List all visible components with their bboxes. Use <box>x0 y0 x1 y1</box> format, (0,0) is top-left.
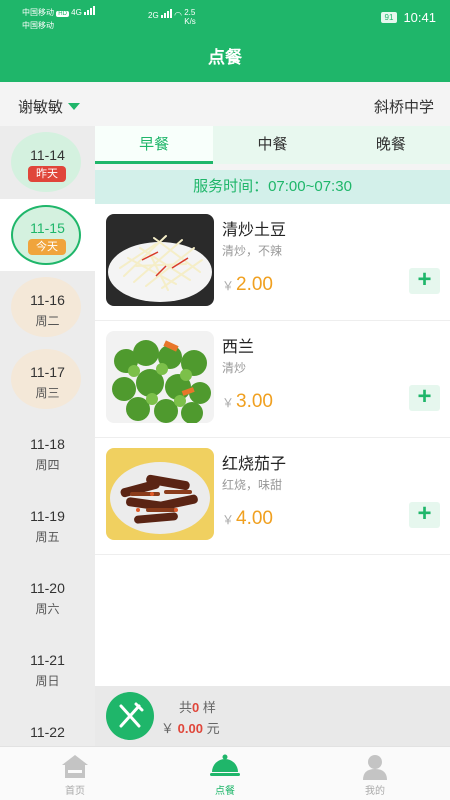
price-value: 4.00 <box>236 508 273 529</box>
speed-value: 2.5 <box>184 8 196 17</box>
top-bar: 谢敏敏 斜桥中学 <box>0 82 450 126</box>
dish-name: 红烧茄子 <box>222 456 287 473</box>
net-type-2: 2G <box>148 11 159 20</box>
day-date: 11-17 <box>30 364 65 380</box>
day-date: 11-19 <box>30 508 65 524</box>
day-badge: 今天 <box>28 239 66 255</box>
day-date: 11-22 <box>30 724 65 740</box>
add-button[interactable]: + <box>409 385 440 411</box>
day-item-11-16[interactable]: 11-16 周二 <box>0 271 95 343</box>
dish-price: ￥ 4.00 <box>222 508 273 530</box>
price-value: 2.00 <box>236 274 273 295</box>
dish-list: 清炒土豆 清炒，不辣 ￥ 2.00 + 西兰 清炒 ￥ 3.00 + 红烧茄子 … <box>95 204 450 686</box>
day-week: 周五 <box>35 530 60 544</box>
broccoli-image <box>106 331 214 423</box>
day-item-11-20[interactable]: 11-20 周六 <box>0 559 95 631</box>
meal-tabs: 早餐 中餐 晚餐 <box>95 126 450 164</box>
bottom-nav: 首页 点餐 我的 <box>0 746 450 800</box>
fork-knife-icon <box>119 702 144 728</box>
day-item-11-15[interactable]: 11-15 今天 <box>0 199 95 271</box>
clock: 10:41 <box>403 10 436 25</box>
dish-desc: 清炒，不辣 <box>222 244 283 258</box>
day-item-11-17[interactable]: 11-17 周三 <box>0 343 95 415</box>
dish-price: ￥ 2.00 <box>222 274 273 296</box>
hd-badge: HD <box>56 11 69 17</box>
total-suffix: 元 <box>206 721 220 736</box>
currency-symbol: ￥ <box>222 396 235 410</box>
currency-symbol: ￥ <box>222 513 235 527</box>
day-date: 11-21 <box>30 652 65 668</box>
tab-dinner[interactable]: 晚餐 <box>332 126 450 164</box>
tab-breakfast[interactable]: 早餐 <box>95 126 214 164</box>
nav-home[interactable]: 首页 <box>0 747 150 800</box>
user-name: 谢敏敏 <box>18 99 64 116</box>
network-speed: 2G ◠ 2.5 K/s <box>148 8 196 26</box>
day-date: 11-18 <box>30 436 65 452</box>
status-bar: 中国移动 HD 4G 中国移动 2G ◠ 2.5 K/s 91 10:41 <box>0 0 450 34</box>
day-week: 周三 <box>35 386 60 400</box>
day-week: 周日 <box>35 674 60 688</box>
tab-lunch[interactable]: 中餐 <box>213 126 331 164</box>
day-item-11-19[interactable]: 11-19 周五 <box>0 487 95 559</box>
day-week: 周六 <box>35 602 60 616</box>
dish-item: 西兰 清炒 ￥ 3.00 + <box>95 321 450 438</box>
cart-button[interactable] <box>106 692 154 740</box>
add-button[interactable]: + <box>409 502 440 528</box>
battery-icon: 91 <box>380 12 398 23</box>
total-value: 0.00 <box>177 721 203 736</box>
day-week: 周二 <box>35 314 60 328</box>
day-week: 周四 <box>35 458 60 472</box>
carrier-info: 中国移动 HD 4G 中国移动 <box>22 5 96 31</box>
page-title: 点餐 <box>0 34 450 82</box>
price-value: 3.00 <box>236 391 273 412</box>
school-name: 斜桥中学 <box>373 99 434 116</box>
user-selector[interactable]: 谢敏敏 <box>18 96 81 117</box>
dish-desc: 红烧，味甜 <box>222 478 283 492</box>
cart-bar: 共0 样 ￥ 0.00 元 <box>95 686 450 746</box>
carrier-2: 中国移动 <box>22 21 54 30</box>
potato-shreds-image <box>106 214 214 306</box>
wifi-icon: ◠ <box>174 10 182 20</box>
net-type: 4G <box>71 8 82 17</box>
day-date: 11-15 <box>30 220 65 236</box>
dish-price: ￥ 3.00 <box>222 391 273 413</box>
nav-profile[interactable]: 我的 <box>300 747 450 800</box>
day-item-11-18[interactable]: 11-18 周四 <box>0 415 95 487</box>
nav-label: 点餐 <box>215 786 235 797</box>
count-prefix: 共 <box>179 700 193 715</box>
braised-eggplant-image <box>106 448 214 540</box>
add-button[interactable]: + <box>409 268 440 294</box>
speed-unit: K/s <box>184 17 196 26</box>
currency-symbol: ￥ <box>222 279 235 293</box>
home-icon <box>62 755 88 778</box>
count-suffix: 样 <box>202 700 216 715</box>
dish-item: 红烧茄子 红烧，味甜 ￥ 4.00 + <box>95 438 450 555</box>
total-currency: ￥ <box>161 721 175 736</box>
dish-name: 清炒土豆 <box>222 222 287 239</box>
service-time: 服务时间：07:00~07:30 <box>95 170 450 204</box>
day-date: 11-20 <box>30 580 65 596</box>
nav-label: 我的 <box>365 786 385 797</box>
day-badge: 昨天 <box>28 166 66 182</box>
day-date: 11-16 <box>30 292 65 308</box>
day-item-11-22[interactable]: 11-22 周 <box>0 703 95 746</box>
signal-icon-2 <box>160 8 172 18</box>
person-icon <box>363 755 387 780</box>
count-value: 0 <box>192 700 200 715</box>
carrier-1: 中国移动 <box>22 8 54 17</box>
dish-name: 西兰 <box>222 339 255 356</box>
nav-order[interactable]: 点餐 <box>150 747 300 800</box>
day-item-11-21[interactable]: 11-21 周日 <box>0 631 95 703</box>
date-sidebar: 11-14 昨天 11-15 今天 11-16 周二 11-17 周三 11-1… <box>0 126 95 746</box>
caret-down-icon <box>68 103 81 110</box>
cart-total: ￥ 0.00 元 <box>161 718 220 737</box>
nav-label: 首页 <box>65 786 85 797</box>
day-item-11-14[interactable]: 11-14 昨天 <box>0 126 95 198</box>
cart-count: 共0 样 <box>179 697 216 716</box>
day-date: 11-14 <box>30 147 65 163</box>
dish-cover-icon <box>210 754 240 776</box>
dish-item: 清炒土豆 清炒，不辣 ￥ 2.00 + <box>95 204 450 321</box>
signal-icon <box>84 5 96 15</box>
dish-desc: 清炒 <box>222 361 247 375</box>
